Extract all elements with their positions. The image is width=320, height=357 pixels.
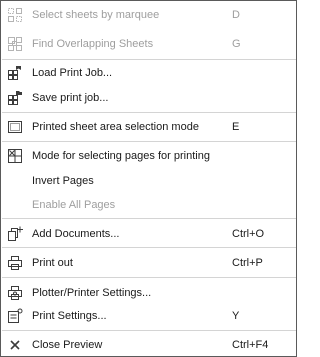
menu-item-label: Load Print Job... xyxy=(32,67,113,79)
marquee-select-icon xyxy=(7,7,23,23)
menu-item-select-sheets-by-marquee[interactable]: Select sheets by marquee D xyxy=(2,4,296,26)
menu-separator xyxy=(2,277,296,278)
menu-item-shortcut: Ctrl+F4 xyxy=(232,339,269,351)
menu-item-print-settings[interactable]: Print Settings... Y xyxy=(2,305,296,327)
menu-item-find-overlapping-sheets[interactable]: Find Overlapping Sheets G xyxy=(2,33,296,55)
close-icon xyxy=(7,337,23,353)
menu-item-shortcut: D xyxy=(232,9,240,21)
menu-item-label: Invert Pages xyxy=(32,175,94,187)
menu-item-label: Add Documents... xyxy=(32,228,120,240)
menu-item-printed-sheet-area-selection-mode[interactable]: Printed sheet area selection mode E xyxy=(2,116,296,138)
menu-item-enable-all-pages[interactable]: Enable All Pages xyxy=(2,194,296,216)
menu-item-label: Printed sheet area selection mode xyxy=(32,121,199,133)
menu-separator xyxy=(2,59,296,60)
print-settings-icon xyxy=(7,308,23,324)
menu-item-label: Find Overlapping Sheets xyxy=(32,38,154,50)
overlapping-sheets-icon xyxy=(7,36,23,52)
load-print-job-icon xyxy=(7,65,23,81)
menu-item-page-selection-mode[interactable]: Mode for selecting pages for printing xyxy=(2,145,296,167)
menu-item-label: Enable All Pages xyxy=(32,199,116,211)
menu-item-close-preview[interactable]: Close Preview Ctrl+F4 xyxy=(2,334,296,356)
menu-item-shortcut: G xyxy=(232,38,241,50)
menu-item-shortcut: Ctrl+P xyxy=(232,257,263,269)
menu-item-label: Plotter/Printer Settings... xyxy=(32,287,152,299)
menu-separator xyxy=(2,330,296,331)
menu-separator xyxy=(2,218,296,219)
menu-separator xyxy=(2,141,296,142)
add-documents-icon xyxy=(7,226,23,242)
save-print-job-icon xyxy=(7,90,23,106)
menu-item-label: Close Preview xyxy=(32,339,103,351)
context-menu: Select sheets by marquee D Find Overlapp… xyxy=(0,0,297,357)
printer-icon xyxy=(7,255,23,271)
menu-item-label: Select sheets by marquee xyxy=(32,9,160,21)
menu-item-invert-pages[interactable]: Invert Pages xyxy=(2,170,296,192)
plotter-settings-icon xyxy=(7,285,23,301)
menu-item-save-print-job[interactable]: Save print job... xyxy=(2,87,296,109)
page-selection-mode-icon xyxy=(7,148,23,164)
menu-item-label: Print out xyxy=(32,257,73,269)
menu-separator xyxy=(2,112,296,113)
menu-item-plotter-printer-settings[interactable]: Plotter/Printer Settings... xyxy=(2,282,296,304)
menu-item-shortcut: E xyxy=(232,121,240,133)
menu-item-shortcut: Ctrl+O xyxy=(232,228,265,240)
menu-item-label: Print Settings... xyxy=(32,310,107,322)
menu-separator xyxy=(2,247,296,248)
menu-item-shortcut: Y xyxy=(232,310,240,322)
menu-item-load-print-job[interactable]: Load Print Job... xyxy=(2,62,296,84)
menu-item-label: Mode for selecting pages for printing xyxy=(32,150,210,162)
menu-item-add-documents[interactable]: Add Documents... Ctrl+O xyxy=(2,223,296,245)
menu-item-label: Save print job... xyxy=(32,92,109,104)
sheet-area-selection-icon xyxy=(7,119,23,135)
menu-item-print-out[interactable]: Print out Ctrl+P xyxy=(2,252,296,274)
